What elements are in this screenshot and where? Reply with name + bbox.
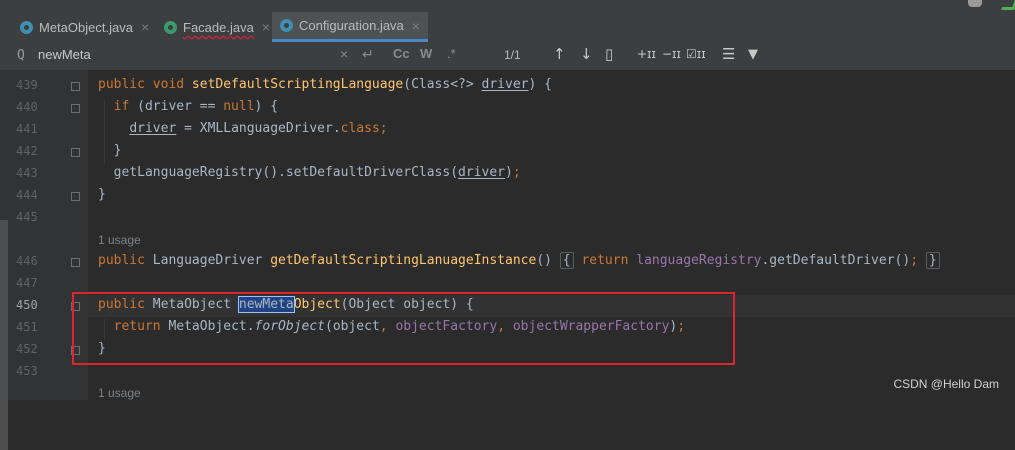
usage-hint[interactable]: 1 usage [98, 233, 141, 247]
code-token: driver [458, 165, 505, 180]
line-number: 452 [16, 342, 38, 356]
code-token: ; [910, 253, 919, 268]
tab-label: Configuration.java [299, 18, 404, 33]
code-token: driver [129, 121, 177, 136]
code-line: getLanguageRegistry().setDefaultDriverCl… [98, 165, 521, 180]
code-token: } [98, 187, 106, 202]
code-line: public LanguageDriver getDefaultScriptin… [98, 252, 940, 269]
code-token: if [113, 99, 138, 114]
select-all-occurrences-icon[interactable]: ▯ [605, 45, 613, 63]
code-token: (driver == [137, 99, 224, 114]
words-button[interactable]: W [420, 46, 432, 61]
line-number: 440 [16, 100, 38, 114]
line-number: 442 [16, 144, 38, 158]
code-token: return [573, 253, 637, 268]
fold-icon[interactable] [71, 148, 80, 157]
code-line: driver = XMLLanguageDriver.class; [98, 121, 388, 136]
line-number: 443 [16, 166, 38, 180]
code-token: } [113, 143, 122, 158]
code-token: ; [512, 165, 521, 180]
previous-occurrence-icon[interactable]: ↑ [553, 45, 566, 63]
code-token: .getDefaultDriver() [761, 253, 911, 268]
java-class-icon [164, 20, 177, 34]
code-token: ) { [254, 99, 279, 114]
search-icon[interactable]: Q [17, 48, 25, 63]
tab-facade[interactable]: Facade.java × [164, 12, 270, 42]
code-token: } [925, 252, 940, 269]
code-token: getDefaultScriptingLanuageInstance [270, 253, 537, 268]
code-token: = XMLLanguageDriver. [176, 121, 341, 136]
options-icon[interactable]: ☰ [722, 45, 735, 63]
add-selection-icon[interactable]: +ɪɪ [637, 47, 656, 61]
exclude-occurrence-icon[interactable]: ☑ɪɪ [686, 47, 706, 61]
annotation-highlight-box [72, 292, 735, 365]
check-icon[interactable] [1001, 0, 1015, 10]
filter-icon[interactable]: ▼ [748, 47, 758, 62]
code-token: LanguageDriver [152, 253, 271, 268]
code-token: setDefaultScriptingLanguage [191, 77, 404, 92]
line-number: 450 [16, 298, 38, 312]
line-number: 445 [16, 210, 38, 224]
tab-label: Facade.java [183, 19, 254, 35]
fold-icon[interactable] [71, 82, 80, 91]
code-token: languageRegistry [636, 253, 762, 268]
watermark: CSDN @Hello Dam [893, 377, 999, 391]
java-class-icon [280, 19, 293, 32]
code-line: if (driver == null) { [98, 99, 278, 114]
fold-icon[interactable] [71, 192, 80, 201]
next-occurrence-icon[interactable]: ↓ [580, 45, 593, 63]
java-class-icon [20, 20, 33, 34]
code-token: public void [98, 77, 192, 92]
fold-icon[interactable] [71, 104, 80, 113]
editor-tab-bar: MetaObject.java × Facade.java × Configur… [0, 0, 1015, 43]
fold-icon[interactable] [71, 258, 80, 267]
code-token: public [98, 253, 153, 268]
close-icon[interactable]: × [141, 19, 149, 35]
new-line-icon[interactable]: ↵ [362, 46, 374, 63]
tab-metaobject[interactable]: MetaObject.java × [20, 12, 149, 42]
line-number: 441 [16, 122, 38, 136]
code-token: ) { [528, 77, 552, 92]
toolbar-icons [955, 0, 1015, 12]
line-number: 453 [16, 364, 38, 378]
tab-label: MetaObject.java [39, 19, 133, 35]
regex-button[interactable]: .* [447, 46, 456, 61]
code-token: ) [505, 165, 513, 180]
code-token: () [536, 253, 560, 268]
line-number: 444 [16, 188, 38, 202]
code-token: (Class<?> [403, 77, 482, 92]
code-token: null [223, 99, 255, 114]
usage-hint[interactable]: 1 usage [98, 386, 141, 400]
line-number: 439 [16, 78, 38, 92]
search-input[interactable]: newMeta [38, 47, 91, 62]
tab-configuration[interactable]: Configuration.java × [272, 12, 428, 42]
code-token: getLanguageRegistry().setDefaultDriverCl… [113, 165, 459, 180]
remove-selection-icon[interactable]: −ɪɪ [662, 47, 681, 61]
code-token: driver [481, 77, 529, 92]
find-bar: Q newMeta × ↵ Cc W .* 1/1 ↑ ↓ ▯ +ɪɪ −ɪɪ … [0, 42, 1015, 71]
code-line: } [98, 143, 122, 158]
clear-icon[interactable]: × [340, 46, 348, 62]
close-icon[interactable]: × [412, 18, 420, 34]
line-number: 451 [16, 320, 38, 334]
line-number: 447 [16, 276, 38, 290]
code-token: ; [379, 121, 388, 136]
close-icon[interactable]: × [262, 19, 270, 35]
code-token: class [340, 121, 380, 136]
code-line: public void setDefaultScriptingLanguage(… [98, 77, 552, 92]
line-number: 446 [16, 254, 38, 268]
code-line: } [98, 187, 106, 202]
user-icon[interactable] [968, 0, 982, 7]
vcs-change-marker [0, 220, 8, 450]
match-case-button[interactable]: Cc [393, 46, 410, 61]
match-count: 1/1 [504, 48, 521, 62]
code-token: { [559, 252, 574, 269]
